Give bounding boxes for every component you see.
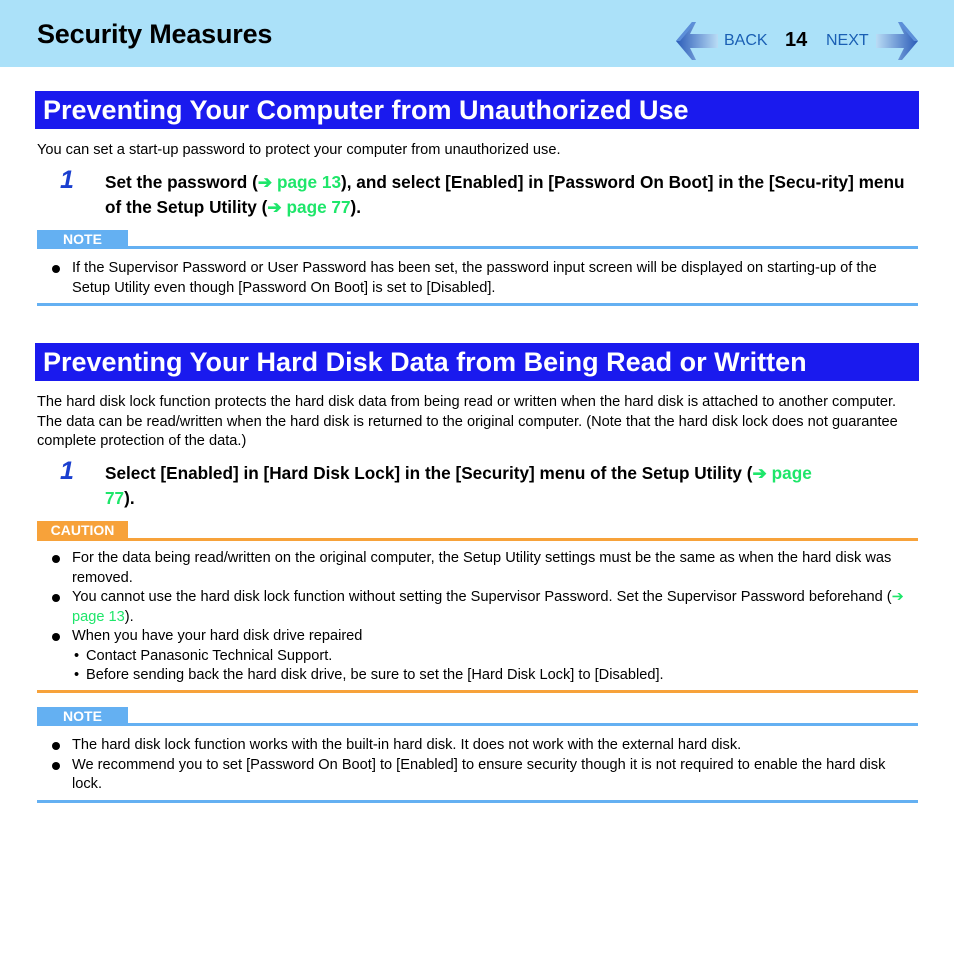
page-number: 14 (785, 29, 808, 51)
step-number: 1 (60, 166, 74, 194)
next-button[interactable]: NEXT (826, 32, 869, 50)
link-arrow-icon: ➔ (257, 172, 273, 192)
section1-intro: You can set a start-up password to prote… (37, 142, 561, 158)
caution-label: CAUTION (37, 521, 128, 539)
caution-top-rule (37, 538, 918, 541)
link-page-77[interactable]: page 77 (287, 197, 351, 217)
section2-step-text: Select [Enabled] in [Hard Disk Lock] in … (105, 463, 812, 508)
note-item: If the Supervisor Password or User Passw… (37, 259, 917, 298)
section1-step-text: Set the password (➔ page 13), and select… (105, 172, 905, 217)
note-item: The hard disk lock function works with t… (37, 736, 917, 756)
note-top-rule (37, 246, 918, 249)
sub-bullet-icon: • (74, 667, 80, 683)
note-top-rule (37, 723, 918, 726)
caution-sub-item: • Before sending back the hard disk driv… (37, 666, 917, 686)
bullet-icon (52, 761, 60, 770)
bullet-icon (52, 265, 60, 273)
link-page-13[interactable]: page 13 (277, 172, 341, 192)
link-arrow-icon: ➔ (891, 589, 904, 605)
page-navigation: BACK 14 NEXT (676, 22, 921, 60)
bullet-icon (52, 742, 60, 750)
bullet-icon (52, 555, 60, 563)
section2-caution-list: For the data being read/written on the o… (37, 549, 917, 686)
caution-sub-item: • Contact Panasonic Technical Support. (37, 647, 917, 667)
caution-item: For the data being read/written on the o… (37, 549, 917, 588)
bullet-icon (52, 594, 60, 602)
next-arrow-icon[interactable] (876, 22, 918, 60)
step-number: 1 (60, 457, 74, 485)
page-header: Security Measures BACK 14 NEXT (0, 0, 954, 67)
page-title: Security Measures (37, 19, 273, 49)
caution-item: When you have your hard disk drive repai… (37, 627, 917, 647)
caution-bottom-rule (37, 690, 918, 693)
section2-intro: The hard disk lock function protects the… (37, 394, 898, 449)
note-item: We recommend you to set [Password On Boo… (37, 756, 917, 795)
sub-bullet-icon: • (74, 647, 80, 664)
note-bottom-rule (37, 303, 918, 306)
link-arrow-icon: ➔ (752, 463, 767, 483)
bullet-icon (52, 633, 60, 641)
back-button[interactable]: BACK (724, 32, 768, 50)
section2-note-list: The hard disk lock function works with t… (37, 736, 917, 795)
link-arrow-icon: ➔ (267, 196, 282, 217)
link-page-13[interactable]: page 13 (72, 609, 125, 625)
section-title-hard-disk: Preventing Your Hard Disk Data from Bein… (35, 343, 919, 381)
section1-note-list: If the Supervisor Password or User Passw… (37, 259, 917, 298)
back-arrow-icon[interactable] (676, 22, 718, 60)
note-bottom-rule (37, 800, 918, 803)
section-title-unauthorized-use: Preventing Your Computer from Unauthoriz… (35, 91, 919, 129)
caution-item: You cannot use the hard disk lock functi… (37, 588, 917, 627)
